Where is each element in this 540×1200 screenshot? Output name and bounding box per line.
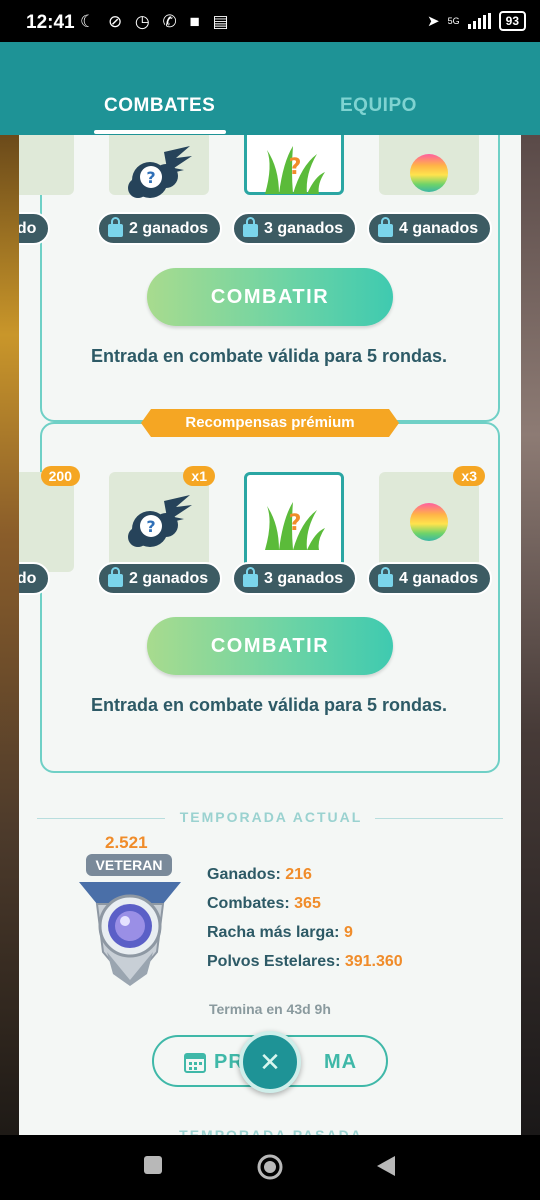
calendar-icon (184, 1053, 206, 1073)
entry-text: Entrada en combate válida para 5 rondas. (90, 346, 448, 366)
stat-racha: Racha más larga: 9 (207, 924, 353, 942)
recents-button[interactable] (143, 1155, 163, 1175)
veteran-rank-medal-icon (79, 882, 181, 986)
tab-combates[interactable]: COMBATES (104, 95, 215, 117)
mystery-cloud-pokemon-icon: ? (128, 495, 192, 547)
lock-icon (378, 567, 393, 587)
svg-text:?: ? (146, 168, 155, 187)
reward-badge: 200 (40, 466, 80, 486)
reward-tile[interactable]: x3 (379, 466, 485, 572)
won-label: ado (19, 570, 37, 587)
combatir-button[interactable]: COMBATIR (147, 268, 393, 326)
divider (375, 818, 503, 819)
stat-label: Combates: (207, 895, 290, 912)
reward-tile[interactable]: x1 ? (109, 135, 209, 198)
divider (37, 818, 165, 819)
combatir-premium-button[interactable]: COMBATIR (147, 617, 393, 675)
stat-label: Polvos Estelares: (207, 953, 341, 970)
tab-equipo[interactable]: EQUIPO (340, 95, 417, 117)
reward-tile[interactable]: 000 (19, 135, 74, 195)
past-season-title: TEMPORADA PASADA (179, 1127, 363, 1135)
mystery-grass-pokemon-icon: ? (265, 502, 325, 550)
won-label: 3 ganados (264, 570, 344, 587)
won-pill: 2 ganados (97, 212, 223, 245)
ranking-button-label-end: MA (324, 1051, 358, 1073)
system-icons: ➤ 5G 93 (427, 11, 526, 31)
won-label: 2 ganados (129, 570, 209, 587)
stat-label: Ganados: (207, 866, 281, 883)
won-pill: 4 ganados (367, 562, 493, 595)
home-button[interactable] (256, 1153, 284, 1181)
network-type: 5G (447, 15, 460, 26)
signal-icon (467, 13, 491, 29)
status-bar: 12:41 ☾ ⊘ ◷ ✆ ■ ▤ ➤ 5G 93 (0, 0, 540, 42)
stat-value: 391.360 (344, 953, 403, 970)
stat-label: Racha más larga: (207, 924, 340, 941)
won-pill: 3 ganados (232, 212, 358, 245)
rare-candy-icon (410, 154, 448, 192)
mystery-grass-pokemon-icon: ? (265, 145, 325, 194)
won-pill: 4 ganados (367, 212, 493, 245)
season-ends-text: Termina en 43d 9h (209, 1001, 331, 1017)
status-time: 12:41 (26, 12, 75, 33)
navigation-bar (0, 1135, 540, 1200)
stat-combates: Combates: 365 (207, 895, 321, 913)
won-label: 2 ganados (129, 220, 209, 237)
premium-rewards-tag: Recompensas prémium (141, 409, 399, 437)
stat-polvos: Polvos Estelares: 391.360 (207, 953, 403, 971)
lock-icon (108, 217, 123, 237)
current-season-title: TEMPORADA ACTUAL (179, 809, 363, 825)
battle-league-content[interactable]: 000 x1 ? ? x3 ado 2 ganados 3 ganados 4 … (19, 135, 521, 1135)
mystery-cloud-pokemon-icon: ? (128, 146, 192, 198)
back-button[interactable] (375, 1154, 397, 1178)
reward-tile[interactable]: x3 (379, 135, 479, 195)
svg-text:?: ? (289, 155, 302, 180)
stat-ganados: Ganados: 216 (207, 866, 312, 884)
stat-value: 365 (294, 895, 321, 912)
won-label: 4 ganados (399, 220, 479, 237)
reward-badge: x1 (183, 466, 215, 486)
won-label: 3 ganados (264, 220, 344, 237)
won-pill: 2 ganados (97, 562, 223, 595)
close-icon: ✕ (259, 1047, 281, 1077)
svg-text:?: ? (289, 511, 302, 536)
reward-tile-selected[interactable]: ? (244, 472, 344, 572)
background-art-right (518, 135, 540, 1135)
active-tab-indicator (94, 130, 226, 134)
rank-label: VETERAN (86, 854, 172, 876)
won-label: ado (19, 220, 37, 237)
reward-tile[interactable]: 200 (19, 466, 80, 572)
entry-text: Entrada en combate válida para 5 rondas. (90, 695, 448, 715)
lock-icon (243, 217, 258, 237)
reward-tile-selected[interactable]: ? (244, 135, 344, 195)
lock-icon (378, 217, 393, 237)
rating-value: 2.521 (105, 833, 148, 852)
battery-icon: 93 (498, 11, 526, 31)
lock-icon (108, 567, 123, 587)
notification-icons: ☾ ⊘ ◷ ✆ ■ ▤ (80, 12, 233, 31)
stat-value: 216 (285, 866, 312, 883)
reward-badge: x3 (453, 466, 485, 486)
won-label: 4 ganados (399, 570, 479, 587)
rare-candy-icon (410, 503, 448, 541)
won-pill: 3 ganados (232, 562, 358, 595)
stat-value: 9 (343, 924, 353, 941)
close-button[interactable]: ✕ (239, 1031, 301, 1093)
lock-icon (243, 567, 258, 587)
svg-text:?: ? (146, 517, 155, 536)
reward-tile[interactable]: x1 ? (109, 466, 215, 572)
tab-header: COMBATES EQUIPO (0, 42, 540, 135)
location-arrow-icon: ➤ (427, 13, 440, 30)
